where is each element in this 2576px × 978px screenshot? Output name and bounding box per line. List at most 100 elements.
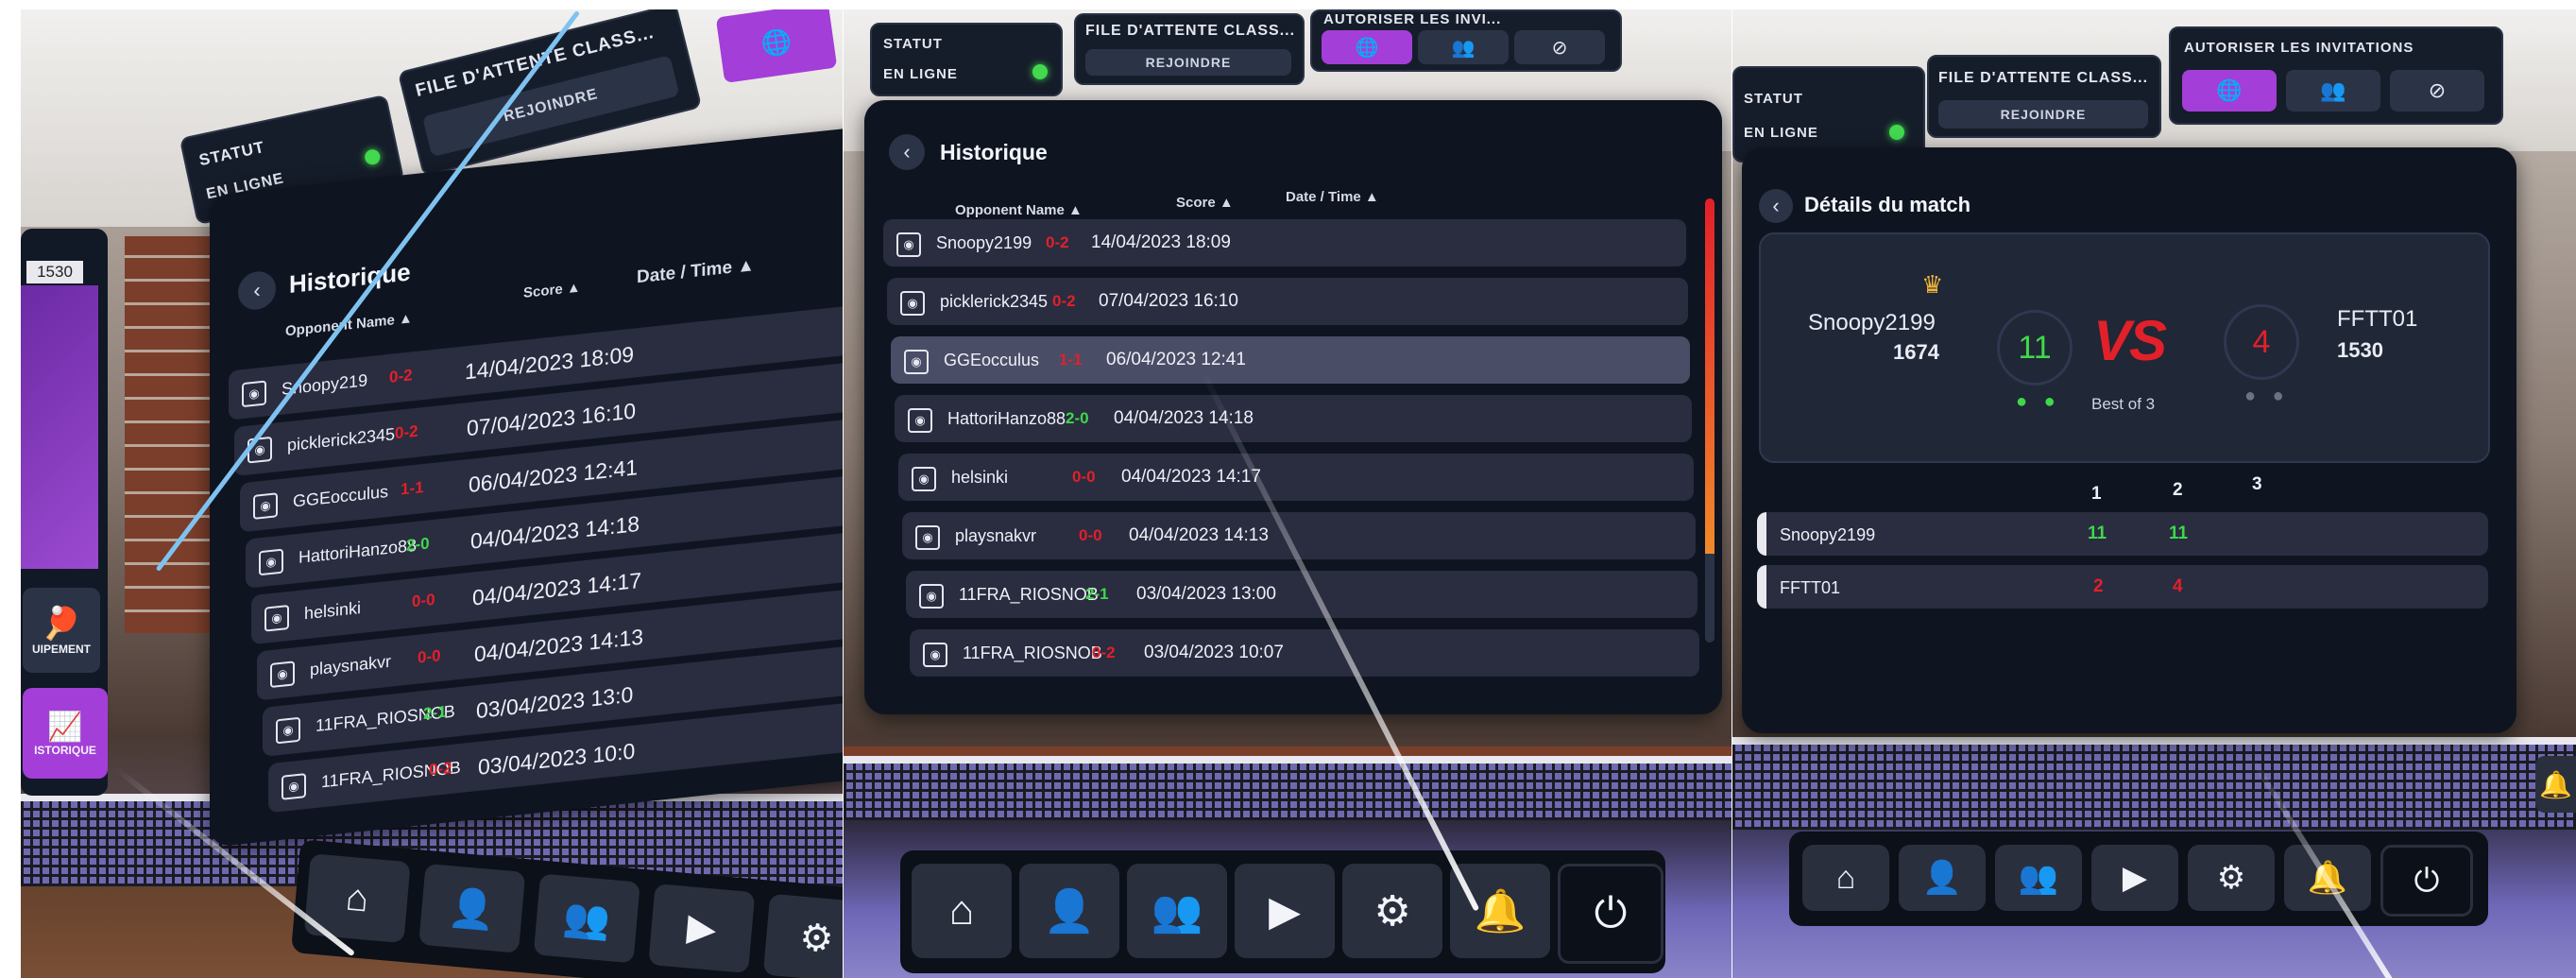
chart-icon: 📈 — [47, 711, 83, 743]
sort-up-icon[interactable]: ▲ — [732, 255, 755, 278]
profile-button[interactable]: 👤 — [1899, 845, 1986, 911]
player2-name: FFTT01 — [2337, 306, 2418, 332]
opponent-avatar-icon: ◉ — [281, 773, 306, 800]
match-score: 0-0 — [418, 646, 441, 667]
settings-button[interactable]: ⚙ — [2188, 845, 2275, 911]
invite-friends-button[interactable]: 👥 — [1418, 30, 1509, 64]
power-button[interactable]: ⏻ — [2380, 845, 2473, 917]
history-panel: ‹ Historique Opponent Name ▲ Score ▲ Dat… — [210, 126, 843, 848]
score-header: Score ▲ — [1176, 195, 1234, 211]
power-button[interactable]: ⏻ — [1558, 864, 1663, 964]
history-row[interactable]: ◉ helsinki 0-0 04/04/2023 14:17 — [898, 454, 1694, 501]
opponent-name: playsnakvr — [955, 526, 1037, 545]
home-icon: ⌂ — [344, 876, 371, 920]
opponent-avatar-icon: ◉ — [896, 232, 921, 257]
match-datetime: 07/04/2023 16:10 — [1099, 291, 1238, 311]
history-menu-label: ISTORIQUE — [34, 743, 96, 757]
back-button[interactable]: ‹ — [238, 269, 276, 312]
history-row[interactable]: ◉ GGEocculus 1-1 06/04/2023 12:41 — [891, 336, 1690, 384]
match-datetime: 04/04/2023 14:18 — [470, 510, 640, 554]
replay-button[interactable]: ▶ — [648, 884, 756, 974]
set-1-header: 1 — [2091, 484, 2102, 504]
date-header: Date / Time ▲ — [637, 255, 756, 288]
bottom-dock: ⌂ 👤 👥 ▶ ⚙ 🔔 ⏻ — [900, 850, 1665, 973]
status-label: STATUT — [883, 36, 943, 52]
join-queue-button[interactable]: REJOINDRE — [1085, 49, 1291, 76]
sort-up-icon[interactable]: ▲ — [395, 310, 413, 328]
invite-none-button[interactable]: ⊘ — [1514, 30, 1605, 64]
friends-icon: 👥 — [2018, 860, 2059, 896]
invite-everyone-button[interactable]: 🌐 — [1322, 30, 1412, 64]
set-1-value: 11 — [2088, 523, 2107, 543]
friends-button[interactable]: 👥 — [533, 873, 640, 964]
equipment-label: UIPEMENT — [31, 643, 91, 656]
history-title: Historique — [940, 140, 1048, 164]
set-row-player1: Snoopy2199 11 11 — [1757, 512, 2488, 556]
home-button[interactable]: ⌂ — [1802, 845, 1889, 911]
match-datetime: 03/04/2023 13:00 — [1136, 584, 1276, 604]
history-row[interactable]: ◉ HattoriHanzo88 2-0 04/04/2023 14:18 — [895, 395, 1692, 442]
bell-icon: 🔔 — [2539, 769, 2572, 799]
invitations-chip: AUTORISER LES INVITATIONS 🌐 👥 ⊘ — [2169, 26, 2503, 125]
status-value: EN LIGNE — [1744, 125, 1818, 141]
settings-icon: ⚙ — [2216, 860, 2246, 896]
table-net — [1732, 737, 2576, 830]
set-3-header: 3 — [2252, 474, 2262, 494]
history-row[interactable]: ◉ playsnakvr 0-0 04/04/2023 14:13 — [902, 512, 1696, 559]
history-panel: ‹ Historique Opponent Name ▲ Score ▲ Dat… — [864, 100, 1722, 714]
invite-none-button[interactable]: ⊘ — [2390, 70, 2484, 112]
purple-card — [21, 285, 98, 569]
sort-up-icon[interactable]: ▲ — [1216, 195, 1234, 211]
back-button[interactable]: ‹ — [889, 134, 925, 170]
back-button[interactable]: ‹ — [1759, 189, 1793, 223]
scrollbar[interactable] — [1705, 198, 1714, 643]
history-row[interactable]: ◉ 11FRA_RIOSNOB 2-1 03/04/2023 13:00 — [906, 571, 1697, 618]
history-row[interactable]: ◉ 11FRA_RIOSNOB 0-2 03/04/2023 10:07 — [910, 629, 1699, 677]
date-header: Date / Time ▲ — [1286, 189, 1379, 205]
opponent-name: Snoopy2199 — [936, 233, 1032, 252]
invite-friends-button[interactable]: 👥 — [2286, 70, 2380, 112]
profile-button[interactable]: 👤 — [418, 863, 526, 953]
invitations-title: AUTORISER LES INVITATIONS — [2184, 40, 2414, 56]
opponent-avatar-icon: ◉ — [276, 716, 300, 745]
invite-everyone-button[interactable]: 🌐 — [2182, 70, 2277, 112]
match-datetime: 03/04/2023 10:0 — [478, 738, 636, 780]
opponent-name: playsnakvr — [310, 651, 392, 679]
replay-button[interactable]: ▶ — [2091, 845, 2178, 911]
friends-button[interactable]: 👥 — [1995, 845, 2082, 911]
history-menu-button[interactable]: 📈 ISTORIQUE — [23, 688, 108, 779]
equipment-button[interactable]: 🏓 UIPEMENT — [23, 588, 100, 673]
history-row[interactable]: ◉ picklerick2345 0-2 07/04/2023 16:10 — [887, 278, 1688, 325]
friends-button[interactable]: 👥 — [1127, 864, 1227, 958]
side-bell-button[interactable]: 🔔 — [2535, 756, 2576, 813]
opponent-avatar-icon: ◉ — [253, 492, 278, 520]
opponent-name: picklerick2345 — [287, 424, 396, 455]
match-datetime: 14/04/2023 18:09 — [1091, 232, 1231, 252]
profile-button[interactable]: 👤 — [1019, 864, 1119, 958]
join-queue-button[interactable]: REJOINDRE — [1938, 100, 2148, 129]
opponent-name: picklerick2345 — [940, 292, 1049, 311]
replay-icon: ▶ — [2122, 860, 2148, 896]
match-datetime: 07/04/2023 16:10 — [467, 398, 637, 441]
history-row[interactable]: ◉ Snoopy2199 0-2 14/04/2023 18:09 — [883, 219, 1686, 266]
sort-up-icon[interactable]: ▲ — [563, 280, 581, 298]
bell-button[interactable]: 🔔 — [1450, 864, 1550, 958]
match-score: 2-0 — [1066, 409, 1089, 427]
settings-button[interactable]: ⚙ — [762, 893, 843, 978]
set-row-name: Snoopy2199 — [1780, 525, 1876, 544]
opponent-header: Opponent Name ▲ — [955, 202, 1083, 218]
match-score: 0-2 — [395, 421, 418, 443]
sort-up-icon[interactable]: ▲ — [1065, 202, 1083, 218]
set-1-value: 2 — [2093, 576, 2104, 596]
match-score: 0-2 — [1046, 233, 1069, 251]
status-label: STATUT — [197, 137, 267, 170]
replay-button[interactable]: ▶ — [1235, 864, 1335, 958]
settings-button[interactable]: ⚙ — [1342, 864, 1442, 958]
match-score: 0-2 — [1092, 643, 1116, 661]
home-button[interactable]: ⌂ — [912, 864, 1012, 958]
match-datetime: 04/04/2023 14:17 — [1121, 467, 1261, 487]
sort-up-icon[interactable]: ▲ — [1361, 189, 1379, 205]
player1-score: 11 — [1997, 310, 2073, 386]
side-menu: 1530 🏓 UIPEMENT 📈 ISTORIQUE — [21, 229, 108, 796]
globe-icon: 🌐 — [1355, 37, 1379, 59]
